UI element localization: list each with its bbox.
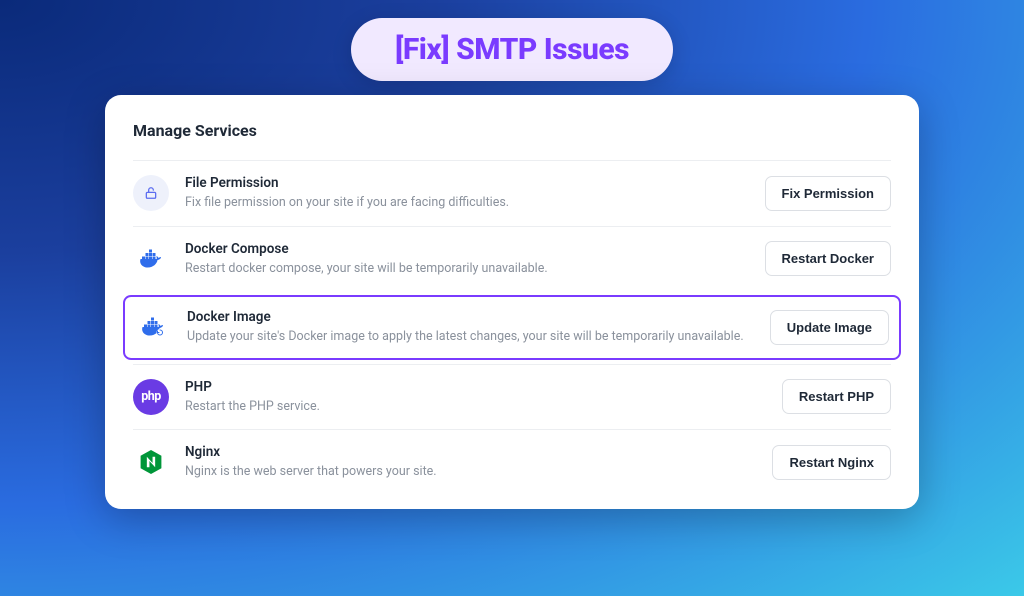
service-row-php: php PHP Restart the PHP service. Restart… xyxy=(133,364,891,430)
service-title: Nginx xyxy=(185,444,756,460)
service-text: File Permission Fix file permission on y… xyxy=(185,175,749,212)
service-row-docker-compose: Docker Compose Restart docker compose, y… xyxy=(133,226,891,292)
docker-icon xyxy=(133,241,169,277)
nginx-icon xyxy=(133,444,169,480)
service-text: PHP Restart the PHP service. xyxy=(185,379,766,416)
service-desc: Update your site's Docker image to apply… xyxy=(187,328,754,346)
service-title: Docker Compose xyxy=(185,241,749,257)
service-row-file-permission: File Permission Fix file permission on y… xyxy=(133,160,891,226)
service-desc: Fix file permission on your site if you … xyxy=(185,194,749,212)
service-desc: Nginx is the web server that powers your… xyxy=(185,463,756,481)
service-title: Docker Image xyxy=(187,309,754,325)
service-title: PHP xyxy=(185,379,766,395)
hero-pill: [Fix] SMTP Issues xyxy=(351,18,673,81)
restart-nginx-button[interactable]: Restart Nginx xyxy=(772,445,891,480)
php-label: php xyxy=(141,389,161,404)
card-title: Manage Services xyxy=(133,121,891,140)
service-row-docker-image: Docker Image Update your site's Docker i… xyxy=(123,295,901,360)
restart-docker-button[interactable]: Restart Docker xyxy=(765,241,892,276)
unlock-icon xyxy=(133,175,169,211)
manage-services-card: Manage Services File Permission Fix file… xyxy=(105,95,919,509)
service-text: Docker Compose Restart docker compose, y… xyxy=(185,241,749,278)
restart-php-button[interactable]: Restart PHP xyxy=(782,379,891,414)
service-title: File Permission xyxy=(185,175,749,191)
service-text: Docker Image Update your site's Docker i… xyxy=(187,309,754,346)
php-icon: php xyxy=(133,379,169,415)
update-image-button[interactable]: Update Image xyxy=(770,310,889,345)
fix-permission-button[interactable]: Fix Permission xyxy=(765,176,891,211)
service-desc: Restart the PHP service. xyxy=(185,398,766,416)
service-text: Nginx Nginx is the web server that power… xyxy=(185,444,756,481)
docker-sync-icon xyxy=(135,309,171,345)
hero-title: [Fix] SMTP Issues xyxy=(395,32,629,67)
service-desc: Restart docker compose, your site will b… xyxy=(185,260,749,278)
service-row-nginx: Nginx Nginx is the web server that power… xyxy=(133,429,891,495)
